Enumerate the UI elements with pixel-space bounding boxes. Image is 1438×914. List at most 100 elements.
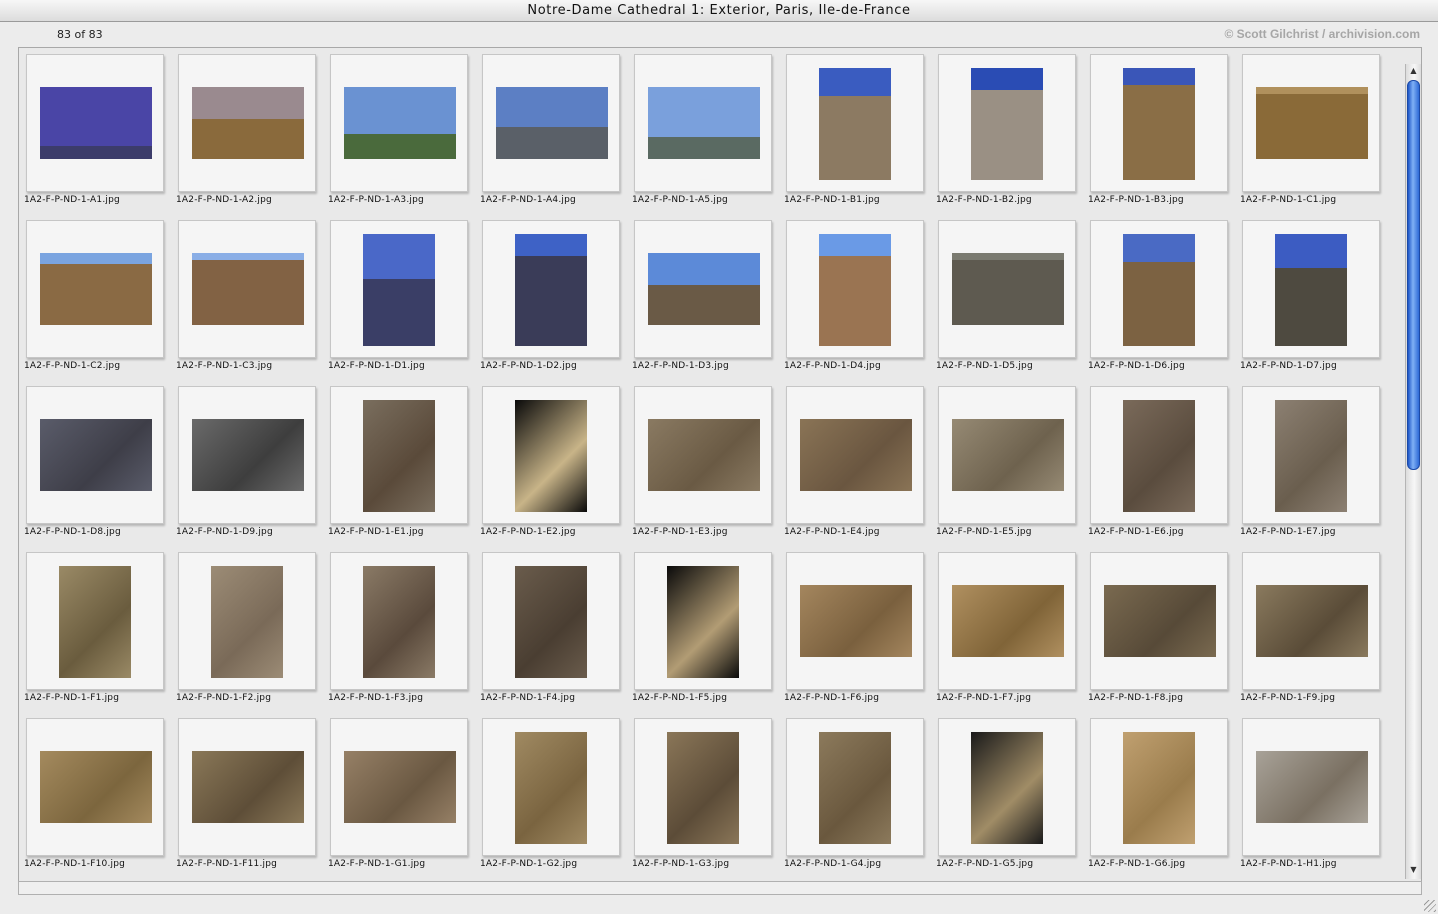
thumbnail-frame[interactable] bbox=[178, 552, 316, 690]
thumbnail-image[interactable] bbox=[496, 87, 608, 159]
thumbnail-image[interactable] bbox=[59, 566, 131, 678]
thumbnail-image[interactable] bbox=[1256, 87, 1368, 159]
thumbnail-cell[interactable]: 1A2-F-P-ND-1-B1.jpg bbox=[784, 54, 936, 220]
thumbnail-frame[interactable] bbox=[330, 54, 468, 192]
thumbnail-image[interactable] bbox=[40, 419, 152, 491]
thumbnail-cell[interactable]: 1A2-F-P-ND-1-F6.jpg bbox=[784, 552, 936, 718]
thumbnail-cell[interactable]: 1A2-F-P-ND-1-E2.jpg bbox=[480, 386, 632, 552]
thumbnail-image[interactable] bbox=[648, 253, 760, 325]
thumbnail-frame[interactable] bbox=[26, 552, 164, 690]
thumbnail-frame[interactable] bbox=[938, 386, 1076, 524]
thumbnail-frame[interactable] bbox=[634, 220, 772, 358]
thumbnail-frame[interactable] bbox=[938, 220, 1076, 358]
thumbnail-cell[interactable]: 1A2-F-P-ND-1-G4.jpg bbox=[784, 718, 936, 880]
thumbnail-frame[interactable] bbox=[1242, 718, 1380, 856]
thumbnail-frame[interactable] bbox=[938, 718, 1076, 856]
thumbnail-frame[interactable] bbox=[482, 54, 620, 192]
thumbnail-frame[interactable] bbox=[178, 220, 316, 358]
thumbnail-image[interactable] bbox=[363, 566, 435, 678]
thumbnail-image[interactable] bbox=[1275, 400, 1347, 512]
thumbnail-frame[interactable] bbox=[634, 718, 772, 856]
thumbnail-image[interactable] bbox=[363, 400, 435, 512]
thumbnail-cell[interactable]: 1A2-F-P-ND-1-F7.jpg bbox=[936, 552, 1088, 718]
thumbnail-frame[interactable] bbox=[1090, 718, 1228, 856]
thumbnail-cell[interactable]: 1A2-F-P-ND-1-D4.jpg bbox=[784, 220, 936, 386]
thumbnail-image[interactable] bbox=[515, 566, 587, 678]
thumbnail-cell[interactable]: 1A2-F-P-ND-1-A1.jpg bbox=[24, 54, 176, 220]
thumbnail-image[interactable] bbox=[1123, 234, 1195, 346]
thumbnail-frame[interactable] bbox=[634, 386, 772, 524]
thumbnail-frame[interactable] bbox=[178, 386, 316, 524]
thumbnail-frame[interactable] bbox=[26, 220, 164, 358]
thumbnail-image[interactable] bbox=[515, 732, 587, 844]
thumbnail-image[interactable] bbox=[1104, 585, 1216, 657]
thumbnail-frame[interactable] bbox=[330, 386, 468, 524]
thumbnail-image[interactable] bbox=[1123, 68, 1195, 180]
thumbnail-frame[interactable] bbox=[786, 718, 924, 856]
thumbnail-image[interactable] bbox=[40, 751, 152, 823]
thumbnail-cell[interactable]: 1A2-F-P-ND-1-A3.jpg bbox=[328, 54, 480, 220]
scroll-up-arrow-icon[interactable]: ▲ bbox=[1406, 64, 1421, 78]
thumbnail-cell[interactable]: 1A2-F-P-ND-1-E6.jpg bbox=[1088, 386, 1240, 552]
thumbnail-image[interactable] bbox=[667, 566, 739, 678]
thumbnail-cell[interactable]: 1A2-F-P-ND-1-F1.jpg bbox=[24, 552, 176, 718]
thumbnail-image[interactable] bbox=[800, 585, 912, 657]
thumbnail-cell[interactable]: 1A2-F-P-ND-1-A5.jpg bbox=[632, 54, 784, 220]
thumbnail-cell[interactable]: 1A2-F-P-ND-1-C2.jpg bbox=[24, 220, 176, 386]
thumbnail-cell[interactable]: 1A2-F-P-ND-1-E3.jpg bbox=[632, 386, 784, 552]
thumbnail-image[interactable] bbox=[515, 400, 587, 512]
thumbnail-image[interactable] bbox=[819, 732, 891, 844]
thumbnail-frame[interactable] bbox=[1242, 220, 1380, 358]
thumbnail-frame[interactable] bbox=[482, 552, 620, 690]
thumbnail-cell[interactable]: 1A2-F-P-ND-1-C3.jpg bbox=[176, 220, 328, 386]
thumbnail-frame[interactable] bbox=[634, 54, 772, 192]
thumbnail-image[interactable] bbox=[1256, 585, 1368, 657]
thumbnail-image[interactable] bbox=[819, 234, 891, 346]
thumbnail-image[interactable] bbox=[344, 87, 456, 159]
thumbnail-frame[interactable] bbox=[634, 552, 772, 690]
thumbnail-cell[interactable]: 1A2-F-P-ND-1-F3.jpg bbox=[328, 552, 480, 718]
thumbnail-cell[interactable]: 1A2-F-P-ND-1-E1.jpg bbox=[328, 386, 480, 552]
thumbnail-image[interactable] bbox=[40, 87, 152, 159]
horizontal-scrollbar[interactable] bbox=[18, 881, 1422, 895]
thumbnail-cell[interactable]: 1A2-F-P-ND-1-C1.jpg bbox=[1240, 54, 1392, 220]
thumbnail-image[interactable] bbox=[819, 68, 891, 180]
thumbnail-image[interactable] bbox=[1275, 234, 1347, 346]
window-title-bar[interactable]: Notre-Dame Cathedral 1: Exterior, Paris,… bbox=[0, 0, 1438, 22]
thumbnail-frame[interactable] bbox=[330, 220, 468, 358]
thumbnail-image[interactable] bbox=[211, 566, 283, 678]
thumbnail-image[interactable] bbox=[363, 234, 435, 346]
scrollbar-thumb[interactable] bbox=[1407, 80, 1420, 470]
thumbnail-image[interactable] bbox=[192, 419, 304, 491]
thumbnail-image[interactable] bbox=[1123, 400, 1195, 512]
thumbnail-image[interactable] bbox=[971, 732, 1043, 844]
thumbnail-image[interactable] bbox=[515, 234, 587, 346]
thumbnail-cell[interactable]: 1A2-F-P-ND-1-G2.jpg bbox=[480, 718, 632, 880]
thumbnail-frame[interactable] bbox=[482, 386, 620, 524]
thumbnail-frame[interactable] bbox=[482, 718, 620, 856]
thumbnail-cell[interactable]: 1A2-F-P-ND-1-E5.jpg bbox=[936, 386, 1088, 552]
thumbnail-cell[interactable]: 1A2-F-P-ND-1-D3.jpg bbox=[632, 220, 784, 386]
vertical-scrollbar[interactable]: ▲ ▼ bbox=[1405, 64, 1421, 879]
thumbnail-frame[interactable] bbox=[1090, 220, 1228, 358]
thumbnail-frame[interactable] bbox=[26, 386, 164, 524]
thumbnail-frame[interactable] bbox=[178, 54, 316, 192]
thumbnail-cell[interactable]: 1A2-F-P-ND-1-F2.jpg bbox=[176, 552, 328, 718]
thumbnail-image[interactable] bbox=[648, 419, 760, 491]
thumbnail-cell[interactable]: 1A2-F-P-ND-1-G1.jpg bbox=[328, 718, 480, 880]
thumbnail-frame[interactable] bbox=[26, 54, 164, 192]
thumbnail-cell[interactable]: 1A2-F-P-ND-1-F4.jpg bbox=[480, 552, 632, 718]
thumbnail-frame[interactable] bbox=[938, 54, 1076, 192]
thumbnail-cell[interactable]: 1A2-F-P-ND-1-A4.jpg bbox=[480, 54, 632, 220]
thumbnail-cell[interactable]: 1A2-F-P-ND-1-G3.jpg bbox=[632, 718, 784, 880]
thumbnail-cell[interactable]: 1A2-F-P-ND-1-D2.jpg bbox=[480, 220, 632, 386]
thumbnail-frame[interactable] bbox=[1242, 386, 1380, 524]
thumbnail-frame[interactable] bbox=[1090, 552, 1228, 690]
thumbnail-image[interactable] bbox=[971, 68, 1043, 180]
thumbnail-cell[interactable]: 1A2-F-P-ND-1-F11.jpg bbox=[176, 718, 328, 880]
thumbnail-image[interactable] bbox=[800, 419, 912, 491]
thumbnail-frame[interactable] bbox=[330, 552, 468, 690]
thumbnail-image[interactable] bbox=[192, 751, 304, 823]
thumbnail-cell[interactable]: 1A2-F-P-ND-1-F8.jpg bbox=[1088, 552, 1240, 718]
thumbnail-image[interactable] bbox=[1123, 732, 1195, 844]
